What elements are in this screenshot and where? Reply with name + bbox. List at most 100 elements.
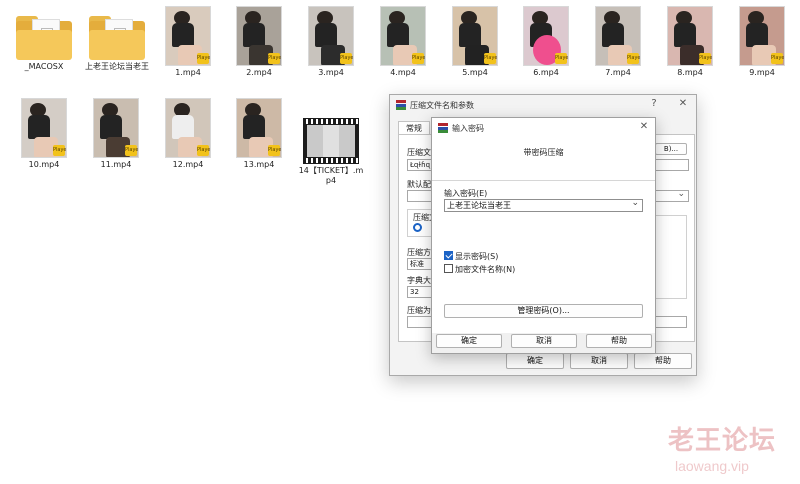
file-video[interactable]: Player 12.mp4 (155, 98, 221, 170)
divider (432, 180, 655, 181)
encrypt-names-option[interactable]: 加密文件名称(N) (444, 264, 515, 275)
file-label: 2.mp4 (246, 68, 272, 77)
winrar-icon (438, 123, 448, 133)
file-video[interactable]: Player 4.mp4 (370, 6, 436, 78)
player-badge-icon: Player (268, 145, 281, 156)
file-video[interactable]: Player 2.mp4 (226, 6, 292, 78)
tab-general[interactable]: 常规 (398, 121, 430, 135)
folder-macosx[interactable]: _MACOSX (11, 8, 77, 72)
file-video[interactable]: Player 6.mp4 (513, 6, 579, 78)
video-thumbnail: Player (165, 6, 211, 66)
file-label: 9.mp4 (749, 68, 775, 77)
file-video[interactable]: 14【TICKET】.mp4 (298, 98, 364, 186)
help-button[interactable]: 帮助 (634, 353, 692, 369)
file-video[interactable]: Player 3.mp4 (298, 6, 364, 78)
file-video[interactable]: Player 9.mp4 (729, 6, 795, 78)
split-volume-label: 压缩为 (407, 306, 431, 315)
dialog-title: 压缩文件名和参数 (410, 101, 474, 110)
player-badge-icon: Player (340, 53, 353, 64)
player-badge-icon: Player (627, 53, 640, 64)
file-label: 6.mp4 (533, 68, 559, 77)
player-badge-icon: Player (268, 53, 281, 64)
player-badge-icon: Player (699, 53, 712, 64)
video-thumbnail: Player (236, 98, 282, 158)
file-video[interactable]: Player 13.mp4 (226, 98, 292, 170)
player-badge-icon: Player (484, 53, 497, 64)
player-badge-icon: Player (555, 53, 568, 64)
player-badge-icon: Player (771, 53, 784, 64)
dialog-titlebar: 压缩文件名和参数 ? ✕ (390, 95, 696, 115)
file-video[interactable]: Player 10.mp4 (11, 98, 77, 170)
video-thumbnail: Player (236, 6, 282, 66)
help-button[interactable]: 帮助 (586, 334, 652, 348)
file-video[interactable]: Player 1.mp4 (155, 6, 221, 78)
file-label: 12.mp4 (172, 160, 204, 169)
video-thumbnail: Player (93, 98, 139, 158)
archive-name-label: 压缩文 (407, 148, 431, 157)
file-label: 4.mp4 (390, 68, 416, 77)
dialog-title: 输入密码 (452, 124, 484, 133)
video-thumbnail: Player (595, 6, 641, 66)
file-label: 10.mp4 (28, 160, 60, 169)
video-thumbnail: Player (452, 6, 498, 66)
player-badge-icon: Player (412, 53, 425, 64)
chevron-down-icon[interactable]: ⌄ (631, 198, 639, 209)
ok-button[interactable]: 确定 (436, 334, 502, 348)
password-label: 输入密码(E) (444, 189, 488, 198)
player-badge-icon: Player (197, 53, 210, 64)
watermark-url: laowang.vip (675, 458, 749, 474)
file-label: 3.mp4 (318, 68, 344, 77)
manage-passwords-button[interactable]: 管理密码(O)... (444, 304, 643, 318)
player-badge-icon: Player (53, 145, 66, 156)
file-label: 11.mp4 (100, 160, 132, 169)
encrypt-names-checkbox[interactable] (444, 264, 453, 273)
player-badge-icon: Player (197, 145, 210, 156)
close-icon[interactable]: ✕ (676, 98, 690, 109)
browse-button[interactable]: B)... (655, 143, 687, 155)
folder-icon (16, 14, 72, 60)
show-password-checkbox[interactable] (444, 251, 453, 260)
show-password-label: 显示密码(S) (455, 252, 499, 261)
video-thumbnail: Player (739, 6, 785, 66)
file-video[interactable]: Player 8.mp4 (657, 6, 723, 78)
folder-icon (89, 14, 145, 60)
file-label: 7.mp4 (605, 68, 631, 77)
file-label: 1.mp4 (175, 68, 201, 77)
video-thumbnail: Player (308, 6, 354, 66)
password-input[interactable]: 上老王论坛当老王 ⌄ (444, 198, 643, 212)
file-label: 8.mp4 (677, 68, 703, 77)
cancel-button[interactable]: 取消 (511, 334, 577, 348)
file-label: 上老王论坛当老王 (85, 62, 149, 71)
dialog-titlebar: 输入密码 ✕ (432, 118, 655, 138)
winrar-icon (396, 100, 406, 110)
video-thumbnail: Player (667, 6, 713, 66)
help-icon[interactable]: ? (647, 98, 661, 109)
dialog-subtitle: 带密码压缩 (523, 148, 564, 157)
player-badge-icon: Player (125, 145, 138, 156)
cancel-button[interactable]: 取消 (570, 353, 628, 369)
show-password-option[interactable]: 显示密码(S) (444, 251, 498, 262)
method-label: 压缩方 (407, 248, 431, 257)
film-strip-icon (303, 118, 359, 164)
file-video[interactable]: Player 11.mp4 (83, 98, 149, 170)
file-label: 14【TICKET】.mp4 (298, 166, 364, 185)
password-value: 上老王论坛当老王 (447, 201, 511, 210)
password-dialog: 输入密码 ✕ 带密码压缩 输入密码(E) 上老王论坛当老王 ⌄ 显示密码(S) … (431, 117, 656, 354)
file-label: 13.mp4 (243, 160, 275, 169)
file-label: _MACOSX (24, 62, 64, 71)
format-radio[interactable] (413, 223, 422, 232)
dictionary-label: 字典大 (407, 276, 431, 285)
file-video[interactable]: Player 7.mp4 (585, 6, 651, 78)
default-profile-label: 默认配 (407, 180, 431, 189)
video-thumbnail: Player (165, 98, 211, 158)
watermark-title: 老王论坛 (668, 426, 777, 456)
file-label: 5.mp4 (462, 68, 488, 77)
close-icon[interactable]: ✕ (637, 121, 651, 132)
video-thumbnail: Player (523, 6, 569, 66)
ok-button[interactable]: 确定 (506, 353, 564, 369)
file-video[interactable]: Player 5.mp4 (442, 6, 508, 78)
video-thumbnail: Player (21, 98, 67, 158)
encrypt-names-label: 加密文件名称(N) (455, 265, 516, 274)
folder-laowang[interactable]: 上老王论坛当老王 (84, 8, 150, 72)
video-thumbnail: Player (380, 6, 426, 66)
